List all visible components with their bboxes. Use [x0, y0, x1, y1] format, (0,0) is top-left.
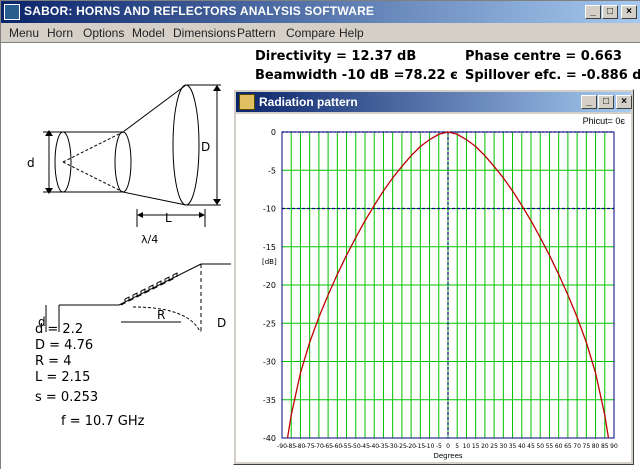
menu-compare[interactable]: Compare: [286, 26, 335, 40]
param-f: f = 10.7 GHz: [61, 414, 145, 429]
cone-top: [122, 84, 187, 133]
phase-line-bottom: [62, 161, 124, 193]
menu-bar: Menu Horn Options Model Dimensions Patte…: [1, 23, 640, 43]
param-D: D = 4.76: [35, 338, 94, 353]
waveguide-throat-ellipse: [114, 131, 132, 193]
aperture-ellipse: [172, 84, 200, 206]
close-button[interactable]: ×: [621, 5, 637, 19]
param-L: L = 2.15: [35, 370, 91, 385]
x-tick-label: 70: [573, 443, 581, 450]
radiation-chart: 0-5-10-15-20-25-30-35-40-90 -85 -80 -75 -70-…: [262, 128, 618, 460]
window-title: SABOR: HORNS AND REFLECTORS ANALYSIS SOF…: [24, 4, 375, 18]
dim-d-arrow-top: [45, 130, 53, 136]
dim-L-arrow-left: [137, 212, 143, 218]
x-tick-label: 20: [481, 443, 489, 450]
x-tick-label: 60: [555, 443, 563, 450]
x-tick-label: 55: [546, 443, 554, 450]
y-tick-label: 0: [271, 128, 276, 137]
x-tick-label: 65: [564, 443, 572, 450]
label-D2: D: [217, 316, 226, 330]
param-d: d = 2.2: [35, 322, 84, 337]
x-tick-label: 35: [509, 443, 517, 450]
x-tick-label: -10: [425, 443, 435, 450]
menu-help[interactable]: Help: [339, 26, 364, 40]
title-bar[interactable]: SABOR: HORNS AND REFLECTORS ANALYSIS SOF…: [1, 1, 640, 23]
pattern-minimize-button[interactable]: _: [581, 95, 597, 109]
pattern-icon[interactable]: [239, 94, 255, 110]
x-tick-label: 30: [500, 443, 508, 450]
label-L: L: [165, 211, 172, 225]
dim-D-arrow-top: [213, 85, 221, 91]
label-R: R: [157, 308, 165, 322]
plot-area: Phicut= 0є 0 -5 -10 -15 -20 -25 -30 -35 -40 -90 -8…: [236, 114, 631, 462]
pattern-title: Radiation pattern: [259, 95, 358, 109]
y-tick-label: -35: [263, 396, 276, 405]
phase-centre-readout: Phase centre = 0.663: [465, 49, 622, 64]
horn-top-inner: [118, 263, 202, 306]
x-tick-label: 25: [490, 443, 498, 450]
directivity-readout: Directivity = 12.37 dB: [255, 49, 417, 64]
spillover-readout: Spillover efc. = -0.886 dB: [465, 68, 640, 83]
minimize-button[interactable]: _: [585, 5, 601, 19]
y-tick-label: -20: [263, 281, 276, 290]
x-tick-label: 50: [536, 443, 544, 450]
maximize-button[interactable]: □: [602, 5, 618, 19]
param-R: R = 4: [35, 354, 72, 369]
phase-line-top: [62, 131, 124, 163]
beamwidth-readout: Beamwidth -10 dB =78.22 є: [255, 68, 458, 83]
main-window: SABOR: HORNS AND REFLECTORS ANALYSIS SOF…: [0, 0, 640, 469]
y-tick-label: -5: [268, 166, 276, 175]
conical-horn-diagram: d D: [27, 84, 221, 206]
x-tick-label: 10: [463, 443, 471, 450]
menu-menu[interactable]: Menu: [9, 26, 39, 40]
label-D: D: [201, 140, 210, 154]
menu-pattern[interactable]: Pattern: [237, 26, 276, 40]
app-icon[interactable]: [4, 4, 20, 20]
x-tick-label: 45: [527, 443, 535, 450]
corrugated-horn-diagram: L λ/4 d R D: [38, 209, 231, 332]
dim-D-arrow-bottom: [213, 199, 221, 205]
menu-model[interactable]: Model: [132, 26, 165, 40]
x-tick-label: 80: [592, 443, 600, 450]
x-tick-label: 75: [583, 443, 591, 450]
x-tick-label: 85: [601, 443, 609, 450]
x-tick-label: 40: [518, 443, 526, 450]
x-tick-label: 0: [446, 443, 450, 450]
dim-d-arrow-bottom: [45, 188, 53, 194]
x-tick-label: 90: [610, 443, 618, 450]
menu-horn[interactable]: Horn: [47, 26, 73, 40]
menu-options[interactable]: Options: [83, 26, 124, 40]
label-lambda: λ/4: [141, 233, 158, 246]
y-tick-label: -10: [263, 205, 276, 214]
pattern-maximize-button[interactable]: □: [598, 95, 614, 109]
x-tick-label: -5: [436, 443, 442, 450]
pattern-close-button[interactable]: ×: [616, 95, 632, 109]
dim-L-arrow-right: [199, 212, 205, 218]
y-tick-label: -40: [263, 434, 276, 443]
cone-bottom: [122, 191, 187, 206]
corrugations-top: [120, 272, 178, 306]
x-axis-label: Degrees: [433, 452, 462, 460]
phase-arc: [132, 306, 201, 332]
menu-dimensions[interactable]: Dimensions: [173, 26, 236, 40]
y-axis-label: [dB]: [262, 258, 277, 266]
param-s: s = 0.253: [35, 390, 99, 405]
label-d: d: [27, 156, 35, 170]
pattern-title-bar[interactable]: Radiation pattern _ □ ×: [236, 92, 632, 112]
y-tick-label: -15: [263, 243, 276, 252]
y-tick-label: -25: [263, 319, 276, 328]
y-tick-label: -30: [263, 358, 276, 367]
radiation-pattern-window[interactable]: Radiation pattern _ □ × Phicut= 0є 0 -5 -1…: [233, 89, 634, 465]
x-tick-label: 5: [455, 443, 459, 450]
x-tick-label: 15: [472, 443, 480, 450]
